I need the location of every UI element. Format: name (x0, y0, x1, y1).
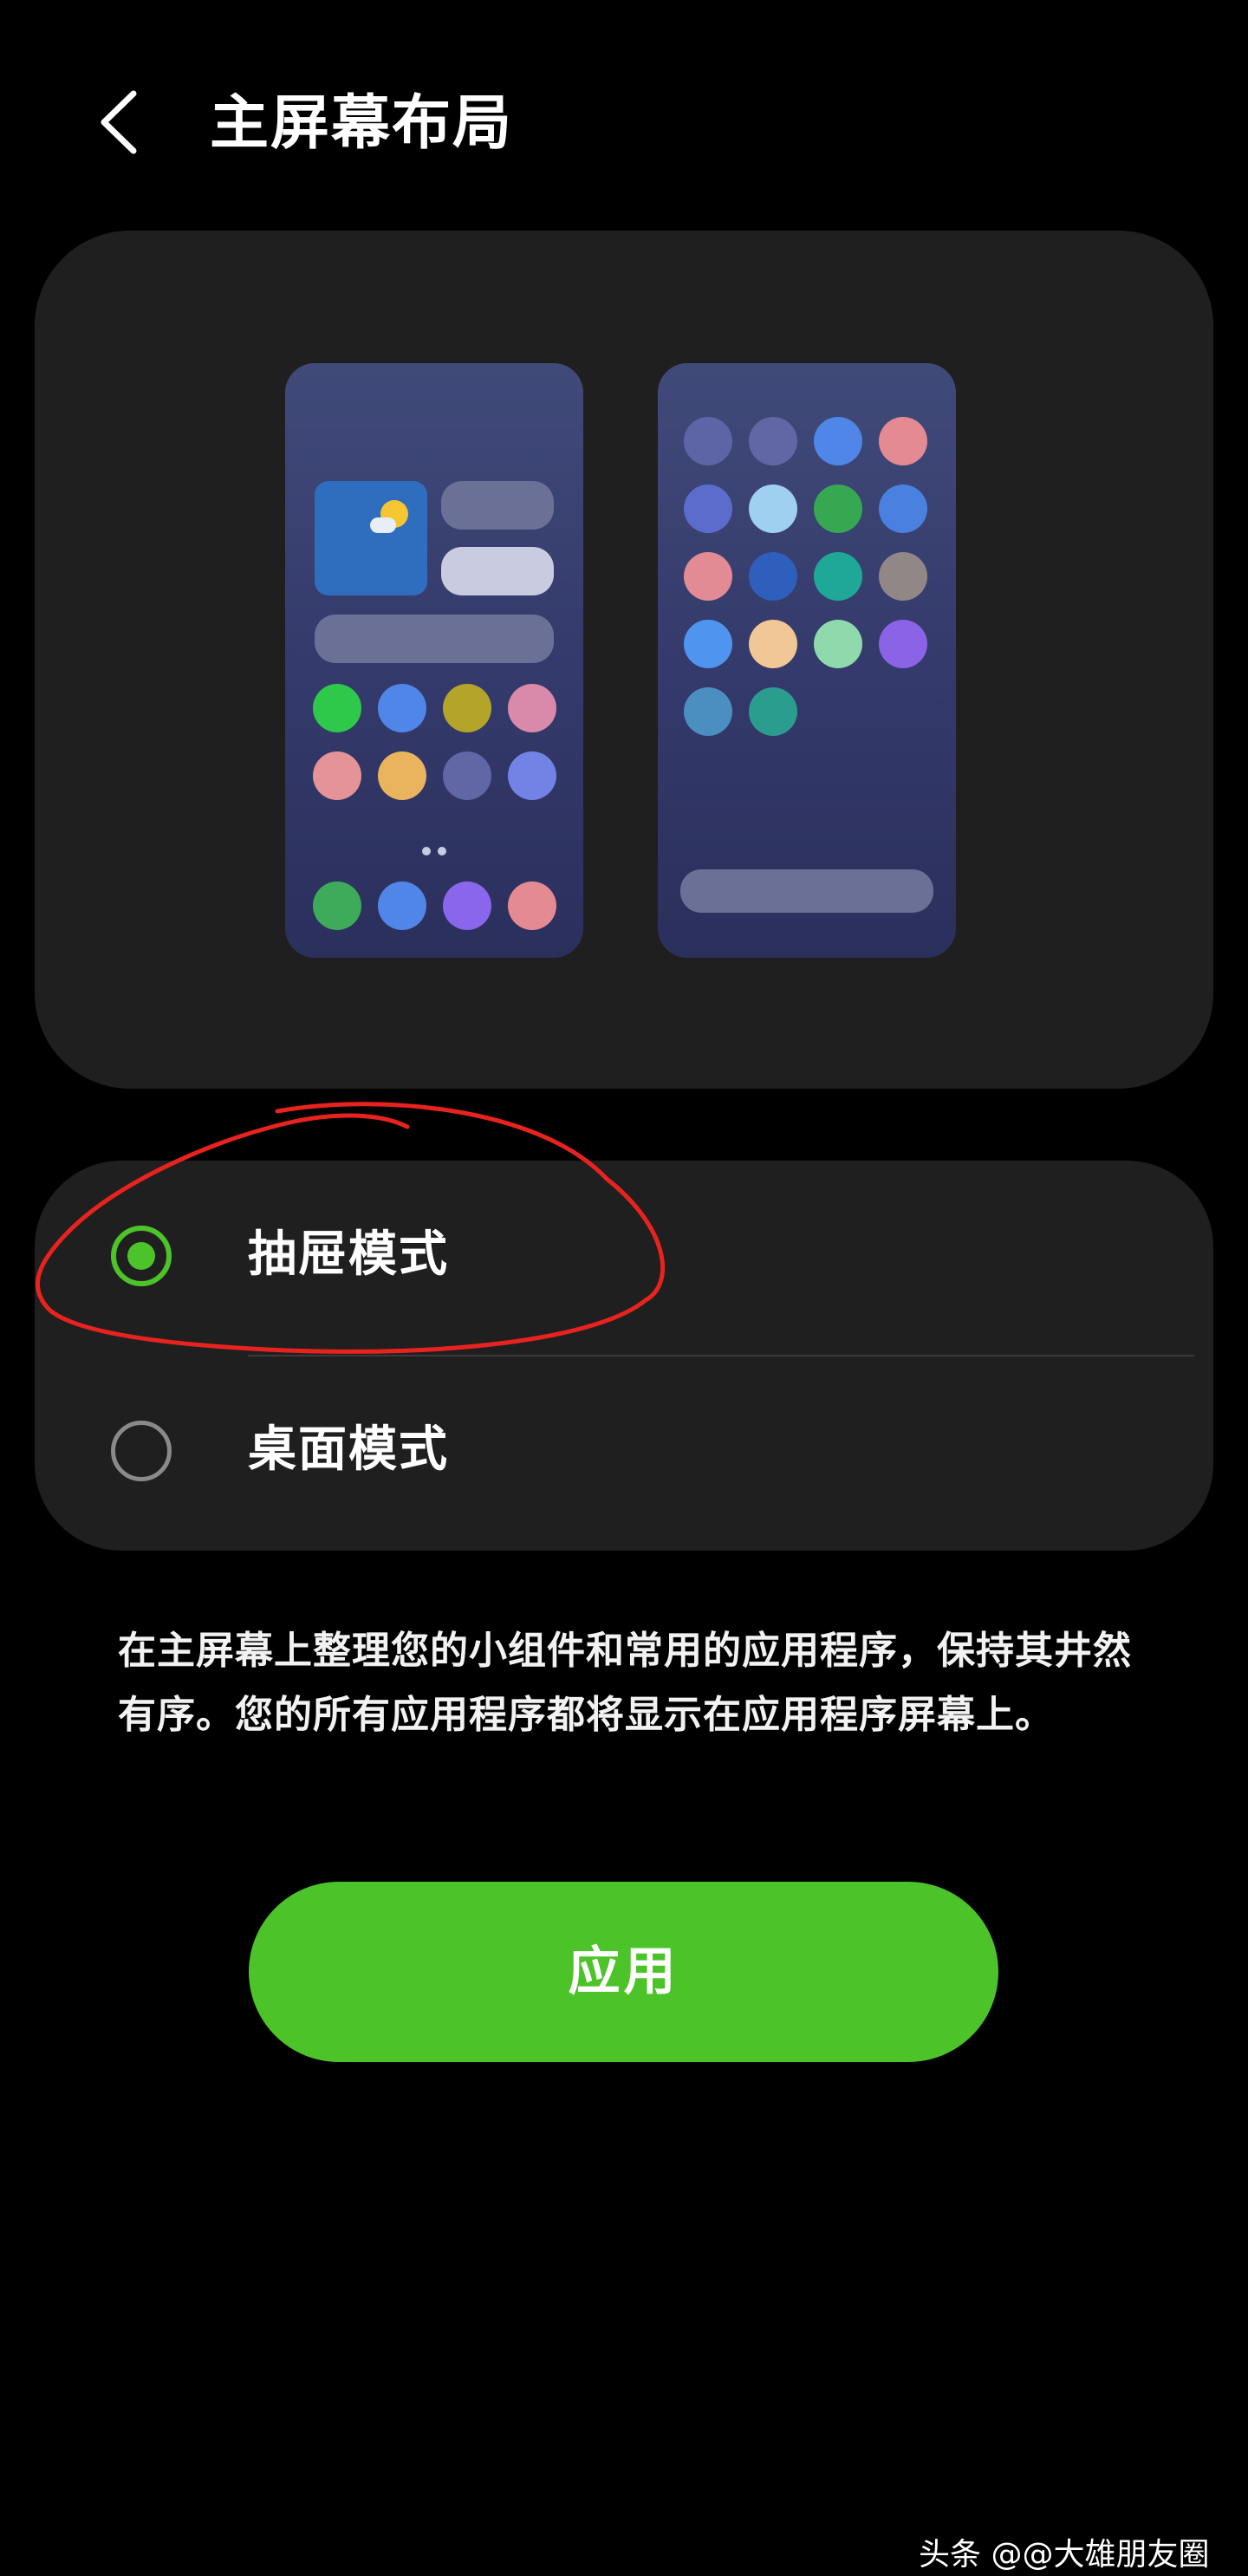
app-icon (684, 687, 732, 736)
app-icon (684, 417, 732, 465)
app-icon (749, 552, 797, 601)
dock-app-icon (508, 881, 556, 930)
dock-app-icon (313, 881, 361, 930)
apps-screen-preview (658, 363, 956, 958)
page-indicator-dot (438, 847, 446, 855)
app-icon (749, 620, 797, 668)
app-icon (443, 751, 491, 800)
app-icon (879, 552, 927, 601)
watermark: 头条 @@大雄朋友圈 (919, 2537, 1210, 2573)
app-icon (814, 485, 862, 533)
widget-placeholder (315, 615, 554, 663)
weather-widget-icon (315, 481, 427, 595)
radio-selected[interactable] (111, 1226, 172, 1286)
layout-preview-card (35, 231, 1213, 1089)
app-icon (443, 684, 491, 732)
app-icon (879, 417, 927, 465)
option-drawer-mode-label: 抽屉模式 (248, 1226, 449, 1283)
app-icon (814, 417, 862, 465)
app-icon (749, 687, 797, 736)
app-icon (879, 620, 927, 668)
app-icon (313, 751, 361, 800)
apply-button-label: 应用 (568, 1942, 679, 2002)
chevron-left-icon (101, 90, 137, 154)
dock-app-icon (443, 881, 491, 930)
app-icon (749, 417, 797, 465)
app-icon (378, 684, 426, 732)
option-desktop-mode[interactable]: 桌面模式 (35, 1356, 1213, 1551)
dock-app-icon (378, 881, 426, 930)
layout-options-card: 抽屉模式 桌面模式 (35, 1161, 1213, 1551)
app-icon (749, 485, 797, 533)
widget-placeholder (441, 547, 554, 595)
option-drawer-mode[interactable]: 抽屉模式 (35, 1161, 1213, 1355)
apply-button[interactable]: 应用 (249, 1882, 998, 2062)
app-icon (814, 552, 862, 601)
search-bar-placeholder (680, 869, 933, 913)
back-button[interactable] (94, 83, 149, 161)
page-title: 主屏幕布局 (210, 89, 514, 158)
app-icon (313, 684, 361, 732)
option-desktop-mode-label: 桌面模式 (248, 1421, 449, 1478)
app-icon (508, 751, 556, 800)
app-icon (684, 485, 732, 533)
app-icon (684, 552, 732, 601)
page-indicator-dot (422, 847, 431, 855)
description-text: 在主屏幕上整理您的小组件和常用的应用程序，保持其井然有序。您的所有应用程序都将显… (118, 1629, 1132, 1737)
app-icon (378, 751, 426, 800)
radio-unselected[interactable] (111, 1421, 172, 1481)
app-icon (879, 485, 927, 533)
app-icon (508, 684, 556, 732)
app-icon (814, 620, 862, 668)
drawer-mode-preview (285, 363, 583, 958)
widget-placeholder (441, 481, 554, 530)
app-icon (684, 620, 732, 668)
